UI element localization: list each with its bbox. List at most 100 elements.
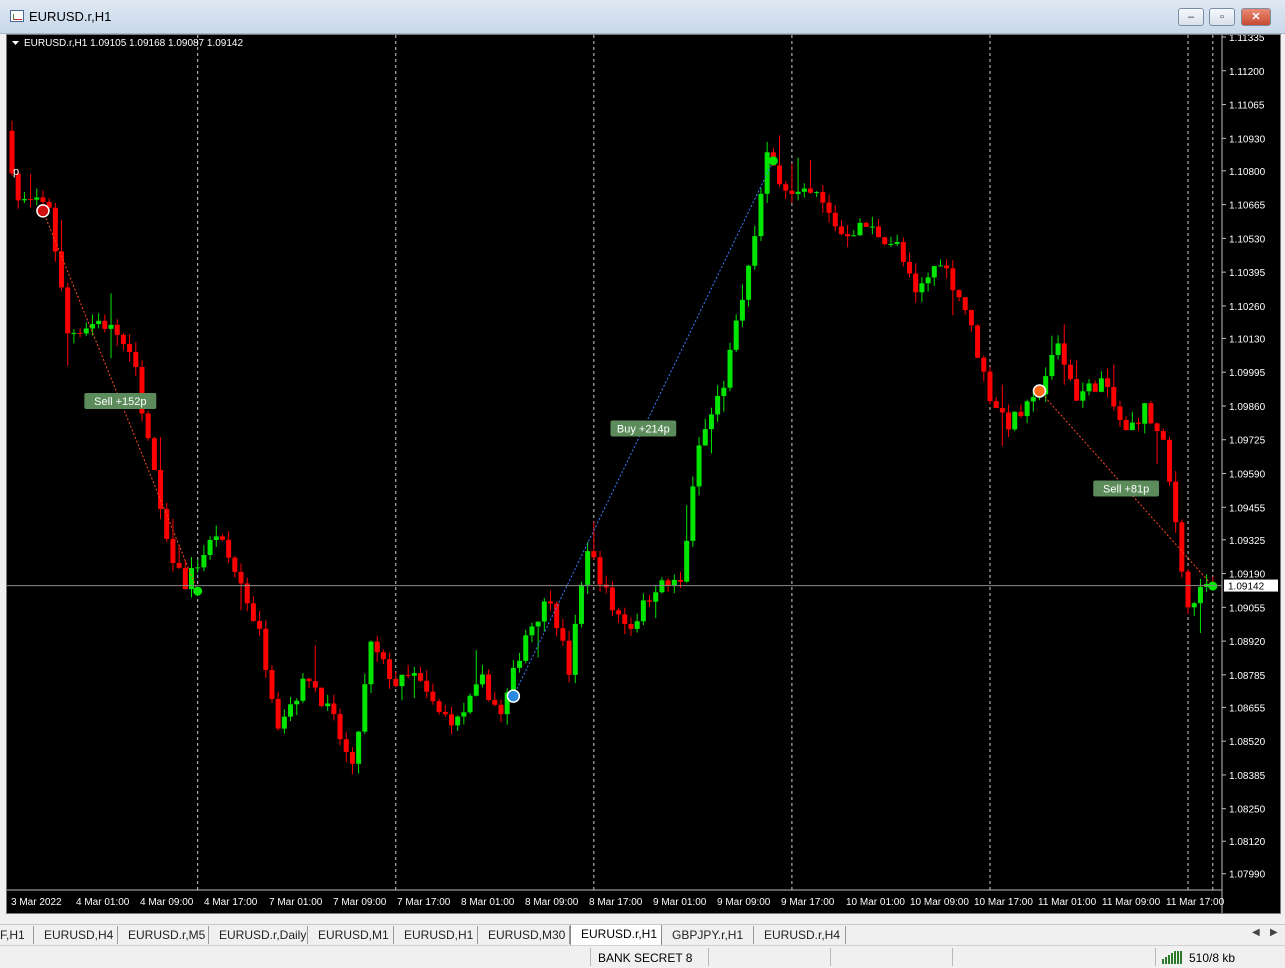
candle-body — [498, 704, 504, 715]
chart-menu-arrow-icon[interactable] — [12, 41, 19, 45]
candle-body — [133, 352, 139, 367]
x-tick-label: 7 Mar 17:00 — [397, 897, 451, 908]
status-divider — [1155, 948, 1156, 966]
tab-gbpjpy-r-h1[interactable]: GBPJPY.r,H1 — [662, 926, 754, 944]
candle-body — [882, 237, 888, 245]
y-tick-label: 1.10800 — [1229, 167, 1266, 178]
candle-body — [1111, 387, 1117, 407]
candle-body — [257, 620, 263, 629]
candle-body — [987, 371, 993, 402]
candle-body — [832, 212, 838, 227]
candle-body — [789, 190, 795, 194]
y-tick-label: 1.08385 — [1229, 771, 1266, 782]
candle-body — [857, 222, 863, 236]
candle-body — [634, 621, 640, 629]
candle-body — [232, 557, 238, 572]
tab-eurusd-r-daily[interactable]: EURUSD.r,Daily — [209, 926, 308, 944]
window-titlebar[interactable]: EURUSD.r,H1 ‒ ▫ ✕ — [0, 0, 1285, 34]
x-tick-label: 8 Mar 01:00 — [461, 897, 515, 908]
y-tick-label: 1.08655 — [1229, 703, 1266, 714]
candle-body — [535, 621, 541, 627]
candle-body — [659, 580, 665, 593]
candle-body — [380, 652, 386, 660]
candle-body — [170, 538, 176, 563]
candle-body — [219, 536, 225, 540]
y-tick-label: 1.10530 — [1229, 234, 1266, 245]
candle-body — [975, 325, 981, 358]
tab-eurusd-h1[interactable]: EURUSD,H1 — [394, 926, 478, 944]
candle-body — [455, 716, 461, 726]
candle-body — [907, 261, 913, 274]
tab-eurusd-r-m5[interactable]: EURUSD.r,M5 — [118, 926, 209, 944]
candle-body — [1197, 586, 1203, 604]
chart-window-icon — [10, 10, 24, 22]
x-tick-label: 4 Mar 09:00 — [140, 897, 194, 908]
minimize-button[interactable]: ‒ — [1178, 8, 1204, 26]
candle-body — [201, 554, 207, 568]
tab-eurusd-h4[interactable]: EURUSD,H4 — [34, 926, 118, 944]
tab-eurusd-r-h4[interactable]: EURUSD.r,H4 — [754, 926, 846, 944]
tab-f-h1[interactable]: F,H1 — [0, 926, 34, 944]
y-tick-label: 1.08920 — [1229, 637, 1266, 648]
candle-body — [523, 635, 529, 661]
tab-scroll-left-icon[interactable]: ◀ — [1252, 927, 1260, 938]
trade-exit-icon[interactable] — [768, 156, 778, 166]
candle-body — [269, 669, 275, 699]
x-tick-label: 10 Mar 17:00 — [974, 897, 1033, 908]
candle-body — [164, 508, 170, 539]
candle-body — [721, 387, 727, 396]
candle-body — [1129, 422, 1135, 431]
candle-body — [1160, 431, 1166, 440]
candle-body — [653, 592, 659, 602]
candle-body — [578, 584, 584, 624]
candle-body — [702, 429, 708, 446]
candle-body — [814, 192, 820, 194]
status-divider — [830, 948, 831, 966]
candle-body — [71, 332, 77, 334]
trade-entry-icon[interactable] — [1032, 384, 1047, 398]
candle-body — [120, 334, 126, 344]
trade-exit-icon[interactable] — [1208, 581, 1218, 591]
y-tick-label: 1.11200 — [1229, 67, 1265, 78]
candle-body — [34, 197, 40, 200]
candle-body — [393, 678, 399, 687]
candle-body — [479, 674, 485, 685]
candlestick-chart[interactable]: Sell +152p Buy +214p Sell +81p 1.09142 1.113… — [7, 35, 1280, 913]
status-divider — [708, 948, 709, 966]
candle-body — [510, 667, 516, 693]
chart-area[interactable]: Sell +152p Buy +214p Sell +81p 1.09142 1.113… — [6, 34, 1281, 914]
candle-body — [913, 273, 919, 293]
candle-body — [690, 486, 696, 541]
candle-body — [925, 277, 931, 284]
status-divider — [590, 948, 591, 966]
candle-body — [306, 678, 312, 682]
candle-body — [1049, 354, 1055, 377]
maximize-button[interactable]: ▫ — [1209, 8, 1235, 26]
trade-entry-icon[interactable] — [506, 689, 521, 703]
candle-body — [888, 243, 894, 245]
candle-body — [1012, 411, 1018, 430]
tab-eurusd-m1[interactable]: EURUSD,M1 — [308, 926, 394, 944]
candle-body — [28, 199, 34, 201]
candle-body — [944, 265, 950, 269]
candle-body — [1117, 406, 1123, 420]
tab-eurusd-r-h1[interactable]: EURUSD.r,H1 — [570, 925, 662, 946]
candle-body — [616, 610, 622, 615]
tab-scroll-right-icon[interactable]: ▶ — [1270, 927, 1278, 938]
tab-eurusd-m30[interactable]: EURUSD,M30 — [478, 926, 570, 944]
candle-body — [158, 470, 164, 509]
candle-body — [281, 716, 287, 729]
y-tick-label: 1.08120 — [1229, 837, 1266, 848]
candle-body — [442, 711, 448, 715]
candle-body — [876, 226, 882, 238]
candle-body — [931, 266, 937, 278]
candle-body — [368, 641, 374, 685]
candle-body — [838, 226, 844, 235]
trade-exit-icon[interactable] — [193, 586, 203, 596]
candle-body — [448, 714, 454, 726]
candle-body — [1086, 383, 1092, 392]
close-button[interactable]: ✕ — [1241, 8, 1271, 26]
y-tick-label: 1.09995 — [1229, 368, 1266, 379]
candle-body — [529, 626, 535, 636]
trade-entry-icon[interactable] — [36, 204, 50, 218]
